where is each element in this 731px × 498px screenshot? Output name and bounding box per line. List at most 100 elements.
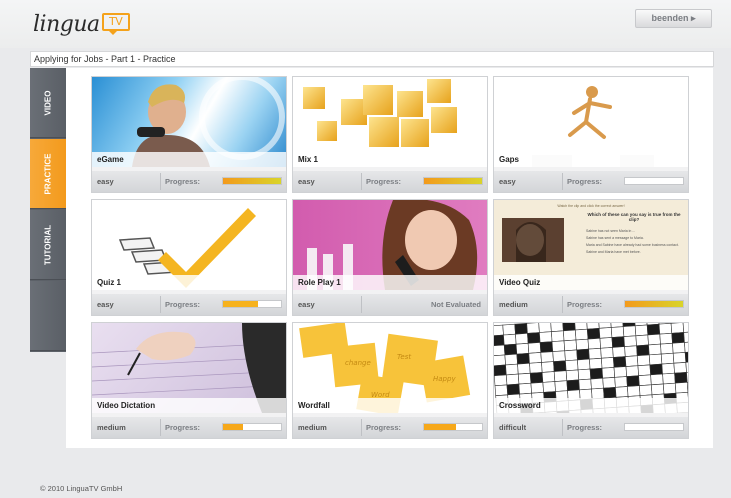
crossword-cell (563, 329, 577, 342)
crossword-cell (684, 341, 688, 353)
progress-bar (624, 300, 684, 308)
crossword-cell (550, 323, 564, 332)
note-word: Test (397, 353, 411, 361)
breadcrumb: Applying for Jobs - Part 1 - Practice (30, 51, 714, 67)
crossword-cell (494, 384, 508, 397)
crossword-cell (503, 333, 517, 346)
wordfall-thumbnail: change Test Happy Word Wordfall (293, 323, 487, 413)
exercise-card-egame[interactable]: eGame easy Progress: (91, 76, 287, 193)
progress-bar (222, 423, 282, 431)
tab-video[interactable]: VIDEO (30, 68, 66, 138)
crossword-cell (515, 343, 530, 355)
exercise-card-role-play-1[interactable]: Role Play 1 easy Not Evaluated (292, 199, 488, 316)
side-tab-bar: VIDEO PRACTICE TUTORIAL (30, 68, 66, 352)
crossword-cell (538, 323, 552, 333)
crossword-cell (574, 323, 588, 331)
exercise-card-wordfall[interactable]: change Test Happy Word Wordfall medium P… (292, 322, 488, 439)
crossword-cell (577, 368, 592, 381)
progress-bar (222, 300, 282, 308)
exercise-title: Quiz 1 (92, 275, 286, 290)
crossword-cell (637, 364, 651, 377)
crossword-cell (588, 347, 602, 360)
tab-practice-label: PRACTICE (43, 153, 53, 194)
tab-tutorial-label: TUTORIAL (43, 224, 53, 265)
difficulty-level: easy (298, 300, 315, 309)
exit-button[interactable]: beenden ▸ (635, 9, 712, 28)
exercise-title: Video Quiz (494, 275, 688, 290)
crossword-cell (515, 333, 529, 345)
gaps-thumbnail: Gaps (494, 77, 688, 167)
crossword-cell (615, 386, 629, 398)
exercise-footer: easy Progress: (494, 171, 688, 192)
crossword-cell (661, 362, 675, 375)
crossword-cell (651, 383, 665, 396)
crossword-cell (586, 328, 601, 340)
crossword-cell (502, 323, 516, 336)
crossword-cell (539, 341, 554, 353)
progress-fill (424, 424, 456, 430)
difficulty-level: easy (298, 177, 315, 186)
crossword-cell (685, 361, 688, 373)
crossword-cell (600, 347, 614, 359)
crossword-cell (553, 360, 567, 372)
progress-label: Progress: (567, 177, 603, 186)
exercise-card-mix-1[interactable]: Mix 1 easy Progress: (292, 76, 488, 193)
divider (562, 419, 563, 436)
progress-label: Progress: (165, 423, 201, 432)
exercise-title: Role Play 1 (293, 275, 487, 290)
crossword-cell (648, 343, 662, 356)
exercise-title: Mix 1 (293, 152, 487, 167)
crossword-cell (612, 356, 627, 368)
progress-fill (223, 301, 258, 307)
crossword-cell (529, 362, 543, 374)
crossword-cell (541, 371, 556, 383)
crossword-thumbnail: Crossword (494, 323, 688, 413)
difficulty-level: difficult (499, 423, 527, 432)
crossword-cell (624, 345, 638, 357)
crossword-cell (662, 372, 676, 385)
crossword-cell (636, 354, 651, 367)
crossword-cell (564, 349, 578, 362)
crossword-cell (553, 370, 568, 382)
divider (361, 419, 362, 436)
divider (562, 296, 563, 313)
exercise-card-gaps[interactable]: Gaps easy Progress: (493, 76, 689, 193)
exercise-card-video-quiz[interactable]: Watch the clip and click the correct ans… (493, 199, 689, 316)
crossword-cell (648, 353, 663, 366)
crossword-cell (506, 383, 520, 396)
crossword-cell (505, 373, 520, 386)
crossword-cell (639, 384, 653, 396)
crossword-cell (505, 363, 519, 376)
crossword-cell (565, 359, 579, 372)
crossword-cell (638, 374, 652, 386)
crossword-cell (551, 340, 566, 352)
crossword-cell (614, 376, 628, 388)
exercise-title: eGame (92, 152, 286, 167)
crossword-cell (658, 323, 673, 335)
difficulty-level: medium (499, 300, 528, 309)
crossword-cell (603, 387, 617, 399)
crossword-cell (539, 331, 553, 343)
progress-label: Progress: (366, 177, 402, 186)
crossword-cell (612, 346, 626, 358)
exercise-card-quiz-1[interactable]: Quiz 1 easy Progress: (91, 199, 287, 316)
exercise-card-crossword[interactable]: Crossword difficult Progress: (493, 322, 689, 439)
copyright-text: © 2010 LinguaTV GmbH (40, 484, 123, 493)
crossword-cell (598, 327, 613, 339)
divider (160, 419, 161, 436)
tab-practice[interactable]: PRACTICE (30, 139, 66, 209)
crossword-cell (551, 330, 565, 342)
crossword-cell (504, 353, 518, 366)
crossword-cell (541, 361, 555, 373)
tab-tutorial[interactable]: TUTORIAL (30, 210, 66, 280)
progress-label: Progress: (567, 300, 603, 309)
crossword-cell (574, 328, 589, 341)
exercise-title: Wordfall (293, 398, 487, 413)
crossword-cell (563, 339, 578, 352)
crossword-cell (527, 332, 541, 344)
crossword-cell (540, 351, 554, 363)
crossword-cell (601, 357, 615, 369)
exercise-card-video-dictation[interactable]: Video Dictation medium Progress: (91, 322, 287, 439)
exercise-title: Video Dictation (92, 398, 286, 413)
crossword-cell (516, 352, 530, 365)
